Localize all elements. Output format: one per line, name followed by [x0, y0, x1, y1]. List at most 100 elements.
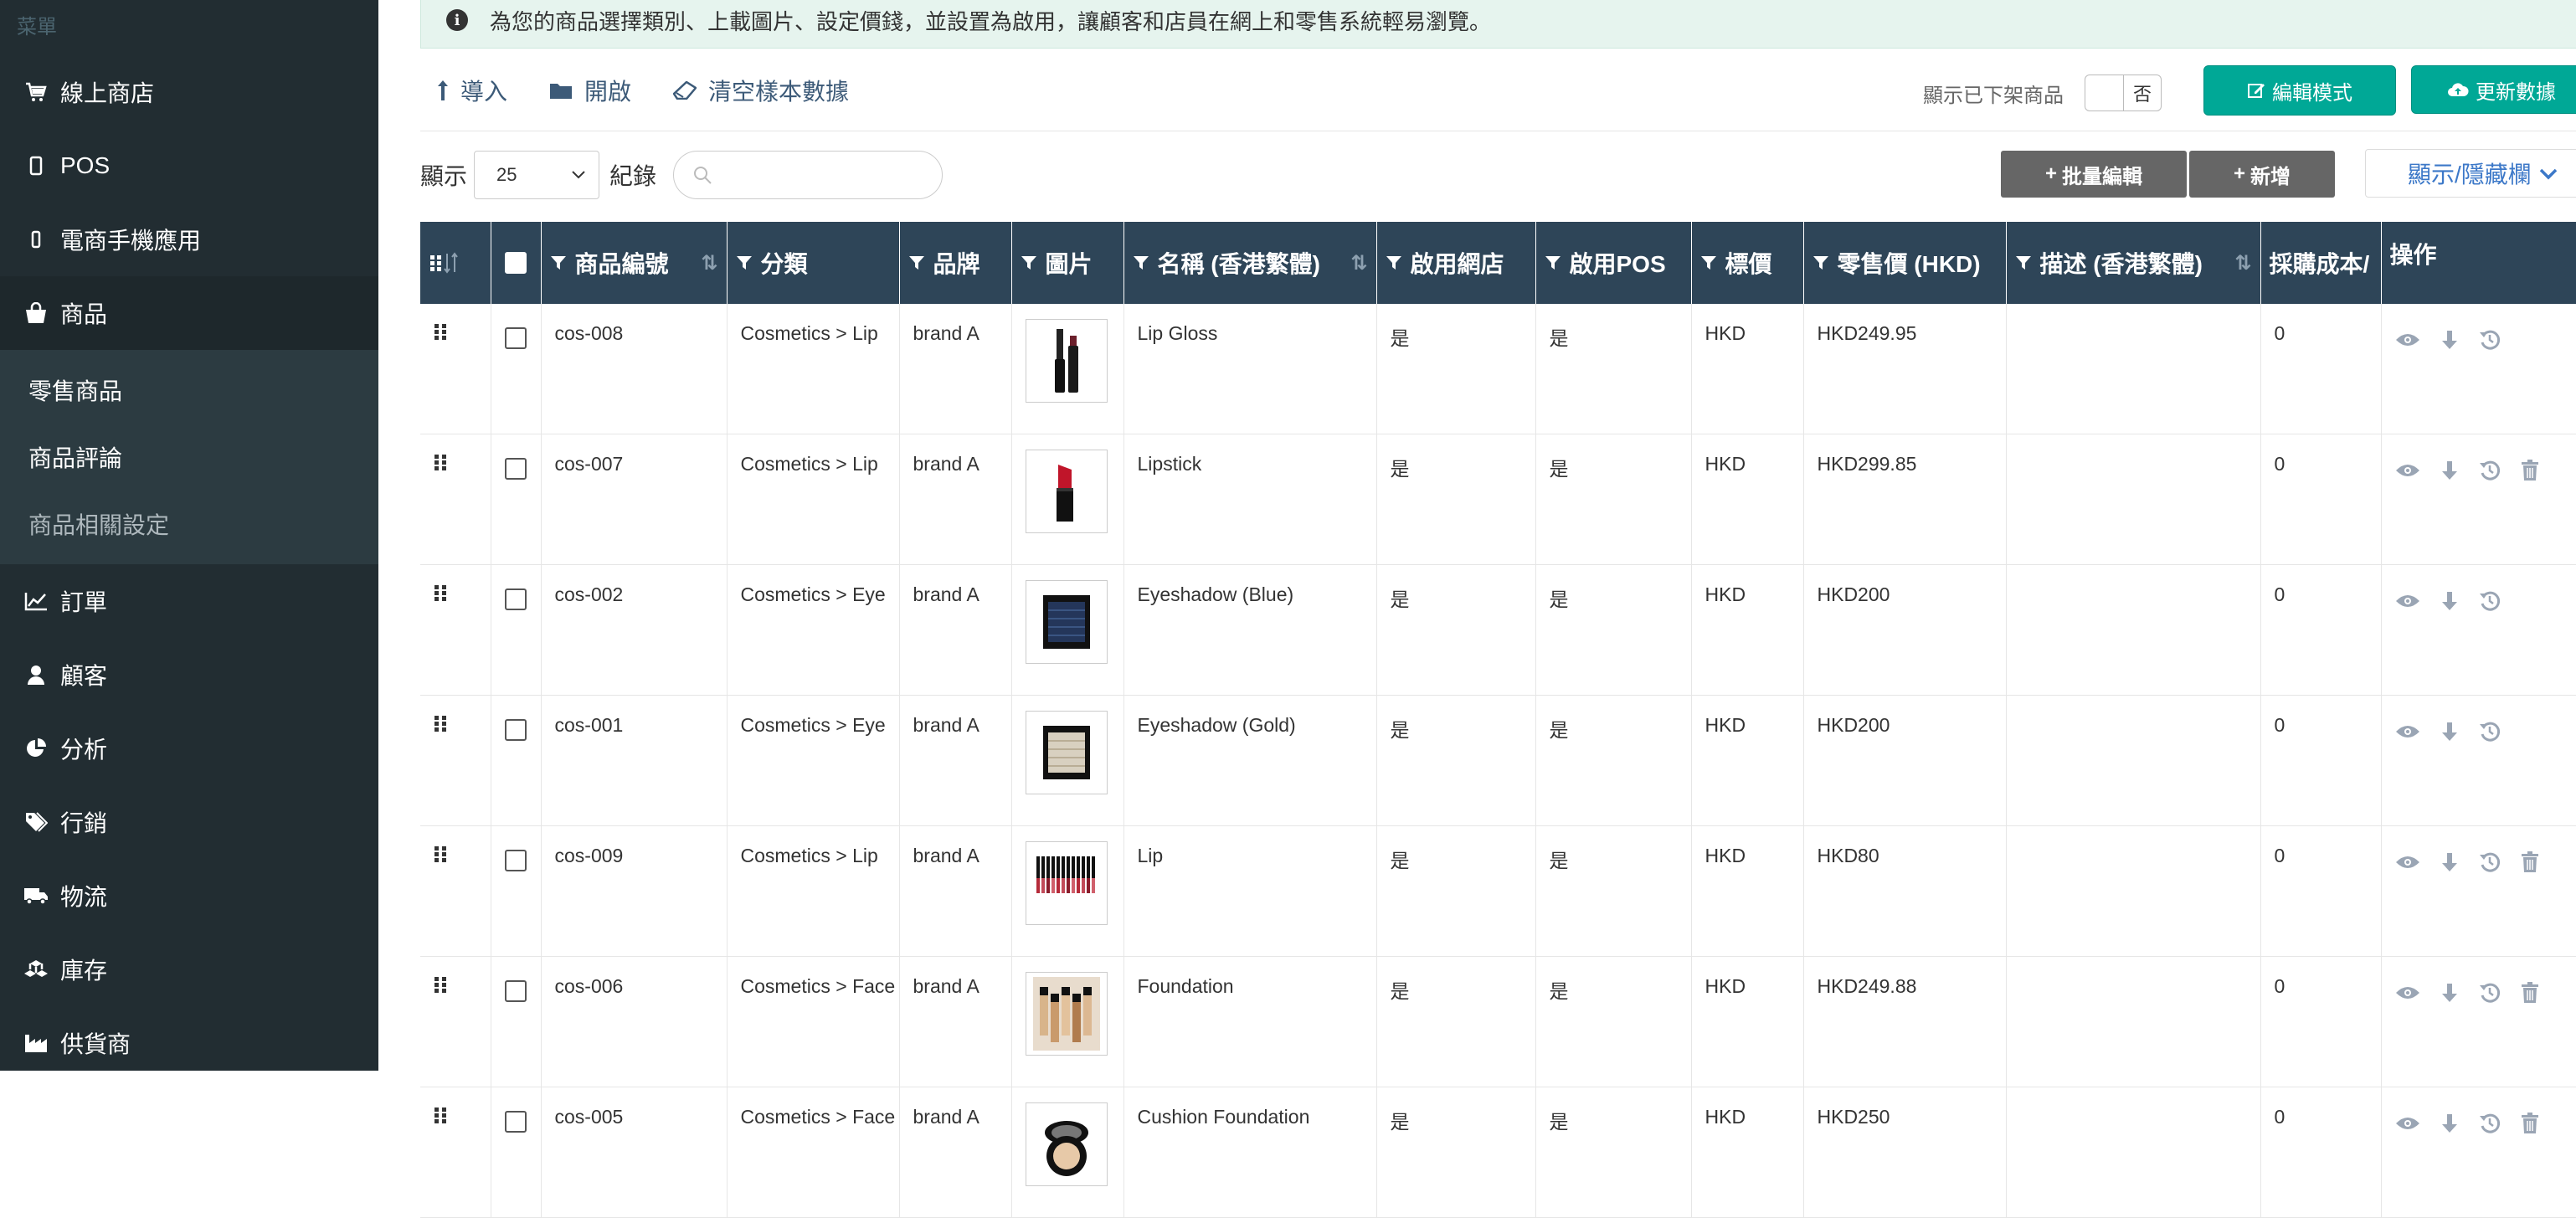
history-icon[interactable]: [2479, 982, 2501, 1004]
col-header-currency[interactable]: 標價: [1691, 222, 1804, 304]
sidebar-item[interactable]: 行銷: [0, 785, 378, 859]
arrow-down-icon[interactable]: [2440, 460, 2459, 481]
history-icon[interactable]: [2479, 721, 2501, 743]
col-header-brand[interactable]: 品牌: [899, 222, 1012, 304]
grip-icon[interactable]: [434, 845, 447, 863]
table-row[interactable]: cos-006 Cosmetics > Face brand A Foundation…: [420, 956, 2576, 1087]
col-header-web[interactable]: 啟用網店: [1376, 222, 1536, 304]
drag-handle-cell[interactable]: [420, 956, 491, 1087]
table-row[interactable]: cos-009 Cosmetics > Lip brand A Lip 是是 HKD HKD…: [420, 825, 2576, 957]
eye-icon[interactable]: [2395, 593, 2420, 609]
import-button[interactable]: 導入: [437, 74, 507, 107]
row-select-cell[interactable]: [491, 956, 542, 1087]
search-input[interactable]: [673, 151, 944, 199]
sidebar-subitem[interactable]: 商品評論: [0, 424, 378, 491]
product-image-cell[interactable]: [1011, 564, 1124, 696]
drag-handle-cell[interactable]: [420, 1087, 491, 1218]
sidebar-item[interactable]: POS: [0, 129, 378, 203]
sort-icon[interactable]: ⇅: [1350, 251, 1367, 275]
product-thumbnail[interactable]: [1025, 580, 1108, 664]
eye-icon[interactable]: [2395, 462, 2420, 479]
filter-icon[interactable]: [1700, 254, 1717, 271]
filter-icon[interactable]: [1133, 254, 1149, 271]
update-data-button[interactable]: 更新數據: [2411, 65, 2576, 114]
trash-icon[interactable]: [2521, 851, 2539, 873]
arrow-down-icon[interactable]: [2440, 1113, 2459, 1134]
product-image-cell[interactable]: [1011, 695, 1124, 826]
product-thumbnail[interactable]: [1025, 841, 1108, 925]
drag-handle-cell[interactable]: [420, 825, 491, 957]
table-row[interactable]: cos-002 Cosmetics > Eye brand A Eyeshadow (…: [420, 564, 2576, 696]
col-header-price[interactable]: 零售價 (HKD): [1803, 222, 2007, 304]
history-icon[interactable]: [2479, 590, 2501, 612]
product-image-cell[interactable]: [1011, 434, 1124, 565]
row-checkbox[interactable]: [504, 458, 527, 480]
grip-icon[interactable]: [434, 453, 447, 471]
product-thumbnail[interactable]: [1025, 450, 1108, 533]
arrow-down-icon[interactable]: [2440, 329, 2459, 351]
product-thumbnail[interactable]: [1025, 1102, 1108, 1186]
sidebar-subitem[interactable]: 商品相關設定: [0, 491, 378, 558]
row-select-cell[interactable]: [491, 1087, 542, 1218]
arrow-down-icon[interactable]: [2440, 982, 2459, 1004]
sort-icon[interactable]: ⇅: [2234, 251, 2251, 275]
edit-mode-button[interactable]: 編輯模式: [2203, 65, 2396, 116]
history-icon[interactable]: [2479, 460, 2501, 481]
col-header-code[interactable]: 商品編號 ⇅: [541, 222, 728, 304]
filter-icon[interactable]: [1021, 254, 1037, 271]
product-image-cell[interactable]: [1011, 825, 1124, 957]
product-image-cell[interactable]: [1011, 956, 1124, 1087]
row-select-cell[interactable]: [491, 825, 542, 957]
show-hide-columns-button[interactable]: 顯示/隱藏欄: [2365, 149, 2576, 198]
eye-icon[interactable]: [2395, 854, 2420, 871]
sidebar-item[interactable]: 線上商店: [0, 55, 378, 129]
product-thumbnail[interactable]: [1025, 972, 1108, 1056]
select-all-header[interactable]: [491, 222, 542, 304]
show-offline-toggle[interactable]: 否: [2085, 75, 2162, 111]
select-all-checkbox[interactable]: [505, 252, 527, 274]
col-header-name[interactable]: 名稱 (香港繁體) ⇅: [1123, 222, 1377, 304]
filter-icon[interactable]: [2015, 254, 2032, 271]
row-select-cell[interactable]: [491, 695, 542, 826]
row-checkbox[interactable]: [504, 980, 527, 1002]
drag-handle-cell[interactable]: [420, 564, 491, 696]
filter-icon[interactable]: [1545, 254, 1561, 271]
arrow-down-icon[interactable]: [2440, 590, 2459, 612]
eye-icon[interactable]: [2395, 1115, 2420, 1132]
grip-icon[interactable]: [434, 583, 447, 602]
row-checkbox[interactable]: [504, 719, 527, 741]
drag-handle-cell[interactable]: [420, 304, 491, 434]
sidebar-subitem[interactable]: 零售商品: [0, 357, 378, 424]
grip-icon[interactable]: [434, 975, 447, 994]
filter-icon[interactable]: [550, 254, 567, 271]
eye-icon[interactable]: [2395, 723, 2420, 740]
row-checkbox[interactable]: [504, 588, 527, 610]
history-icon[interactable]: [2479, 1113, 2501, 1134]
product-thumbnail[interactable]: [1025, 319, 1108, 403]
grip-icon[interactable]: [434, 322, 447, 341]
open-button[interactable]: 開啟: [549, 74, 631, 107]
sidebar-item[interactable]: 商品: [0, 276, 378, 350]
table-row[interactable]: cos-008 Cosmetics > Lip brand A Lip Gloss 是是…: [420, 304, 2576, 434]
col-header-category[interactable]: 分類: [727, 222, 900, 304]
table-row[interactable]: cos-005 Cosmetics > Face brand A Cushion Fo…: [420, 1087, 2576, 1218]
history-icon[interactable]: [2479, 329, 2501, 351]
eye-icon[interactable]: [2395, 331, 2420, 348]
drag-handle-cell[interactable]: [420, 434, 491, 565]
col-header-cost[interactable]: 採購成本/: [2260, 222, 2382, 304]
sidebar-item[interactable]: 分析: [0, 712, 378, 785]
row-select-cell[interactable]: [491, 564, 542, 696]
col-header-description[interactable]: 描述 (香港繁體) ⇅: [2006, 222, 2261, 304]
grip-icon[interactable]: [434, 714, 447, 732]
trash-icon[interactable]: [2521, 1113, 2539, 1134]
filter-icon[interactable]: [908, 254, 925, 271]
row-checkbox[interactable]: [504, 327, 527, 349]
product-thumbnail[interactable]: [1025, 711, 1108, 794]
arrow-down-icon[interactable]: [2440, 851, 2459, 873]
drag-sort-header[interactable]: [420, 222, 491, 304]
row-checkbox[interactable]: [504, 1111, 527, 1133]
sidebar-item[interactable]: 庫存: [0, 933, 378, 1006]
product-image-cell[interactable]: [1011, 304, 1124, 434]
add-new-button[interactable]: + 新增: [2189, 151, 2335, 198]
row-checkbox[interactable]: [504, 850, 527, 871]
